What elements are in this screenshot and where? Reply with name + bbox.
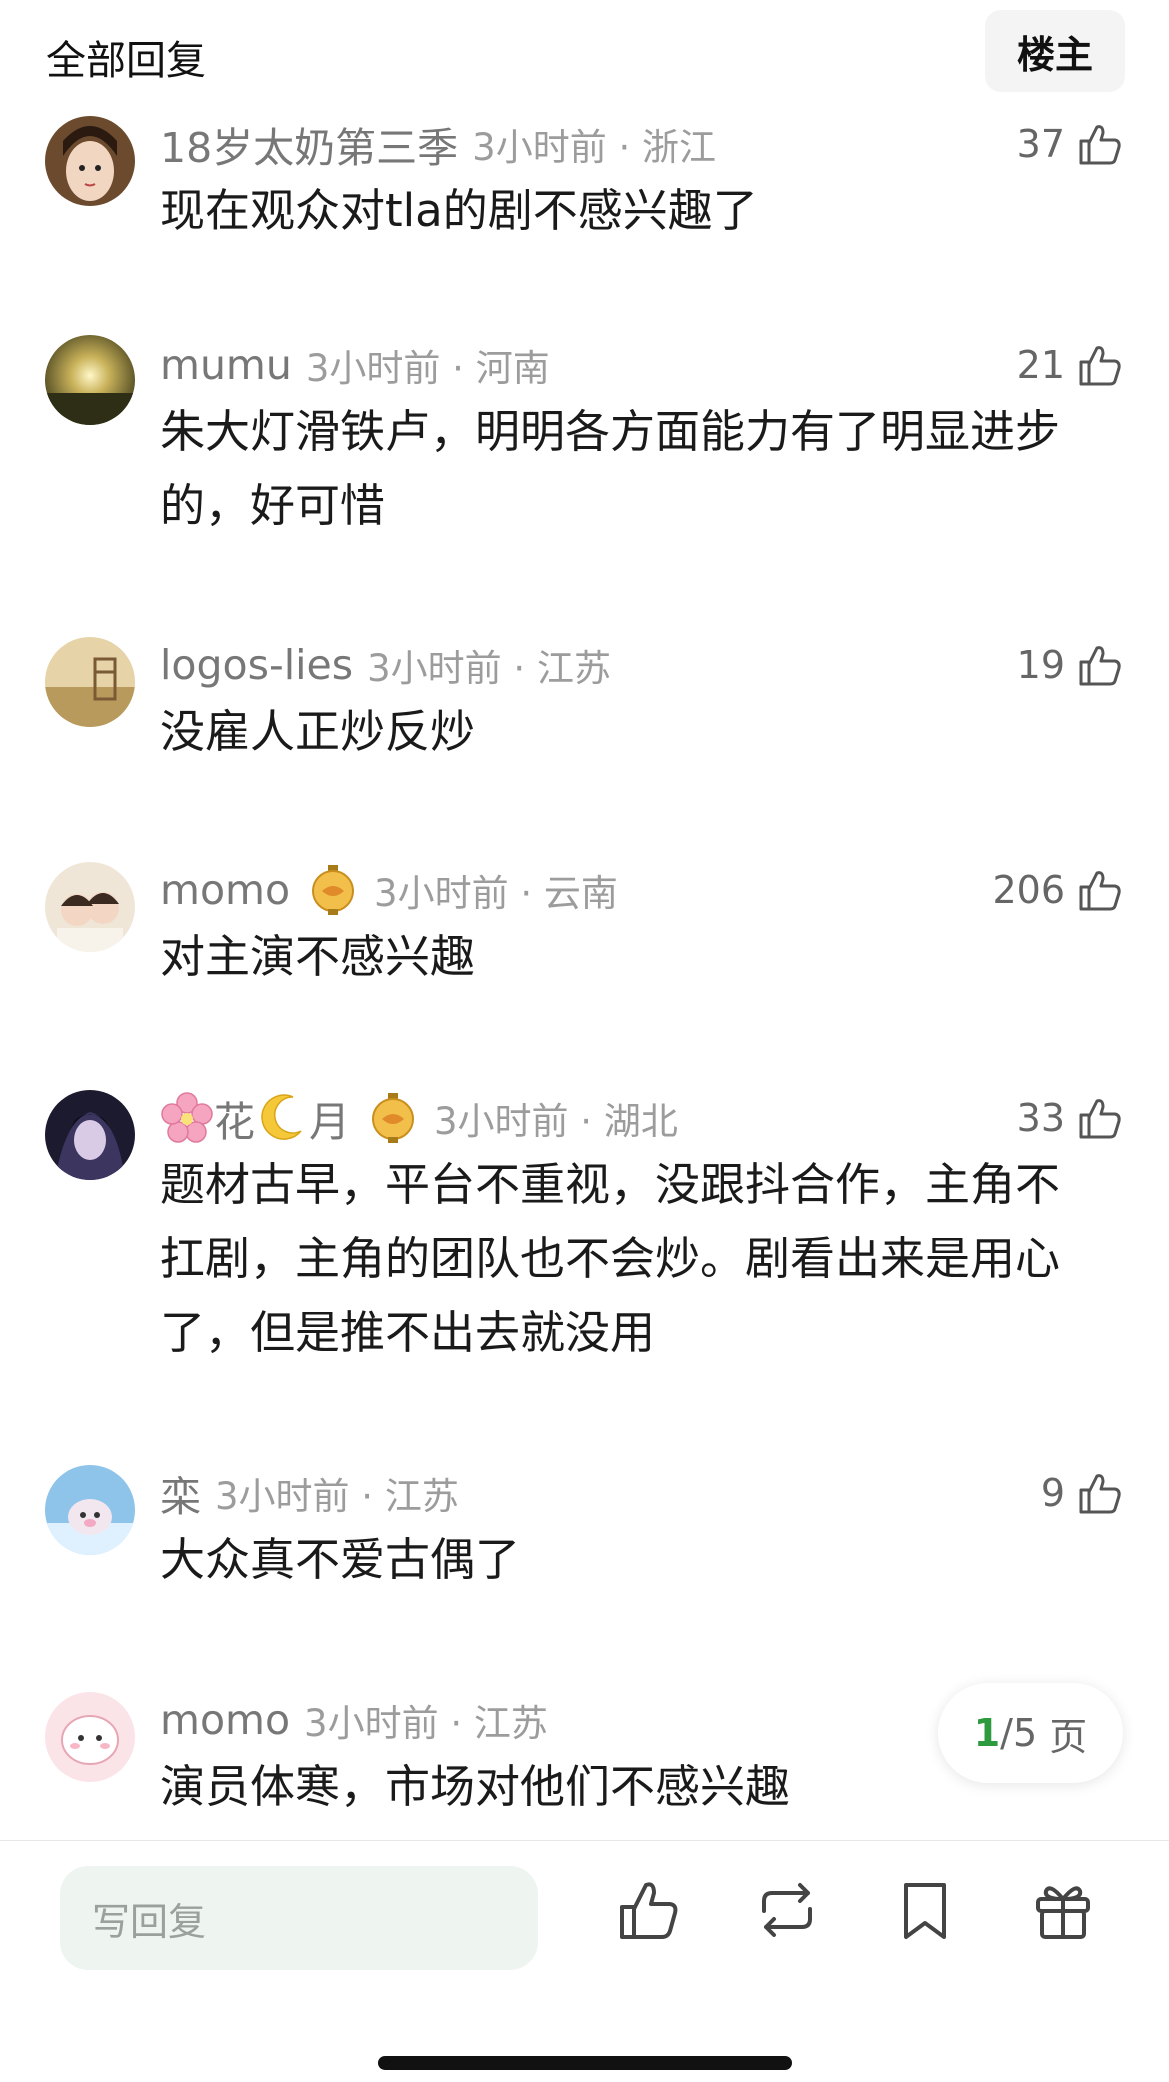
- timestamp: 3小时前: [367, 647, 502, 690]
- location: 湖北: [603, 1100, 678, 1143]
- like-count: 21: [1016, 343, 1065, 387]
- timestamp: 3小时前: [305, 347, 441, 390]
- thumbs-up-icon: [1079, 346, 1121, 386]
- comment-meta: momo 3小时前 · 云南: [160, 862, 618, 918]
- location: 江苏: [473, 1702, 548, 1745]
- like-count: 19: [1016, 643, 1065, 687]
- thumbs-up-icon: [1079, 871, 1121, 911]
- comment-text: 大众真不爱古偶了: [160, 1533, 521, 1586]
- like-button[interactable]: 9: [1041, 1465, 1125, 1521]
- location: 江苏: [536, 647, 611, 690]
- lantern-badge-icon: [372, 1093, 414, 1143]
- reply-input[interactable]: 写回复: [60, 1866, 538, 1970]
- location: 云南: [543, 872, 618, 915]
- like-button[interactable]: 206: [992, 862, 1125, 918]
- username[interactable]: mumu: [160, 341, 292, 389]
- like-count: 206: [992, 868, 1065, 912]
- bottom-action-bar: 写回复: [0, 1840, 1169, 2082]
- username-part[interactable]: 月: [309, 1088, 350, 1148]
- user-avatar[interactable]: [45, 1090, 135, 1180]
- pagination-indicator[interactable]: 1/5 页: [938, 1683, 1123, 1783]
- bookmark-icon[interactable]: [892, 1877, 958, 1943]
- comment-text: 题材古早，平台不重视，没跟抖合作，主角不扛剧，主角的团队也不会炒。剧看出来是用心…: [160, 1158, 1061, 1359]
- page-suffix: 页: [1049, 1714, 1088, 1759]
- like-count: 37: [1016, 122, 1065, 166]
- like-count: 33: [1016, 1096, 1065, 1140]
- user-avatar[interactable]: [45, 862, 135, 952]
- comment-text: 现在观众对tla的剧不感兴趣了: [160, 184, 758, 237]
- current-page: 1: [973, 1711, 1001, 1755]
- like-button[interactable]: 19: [1017, 637, 1125, 693]
- username[interactable]: momo: [160, 866, 290, 914]
- location: 浙江: [642, 126, 717, 169]
- user-avatar[interactable]: [45, 116, 135, 206]
- username[interactable]: logos-lies: [160, 641, 353, 689]
- comment-meta: 18岁太奶第三季 3小时前 · 浙江: [160, 116, 716, 172]
- total-pages: /5: [1000, 1711, 1038, 1755]
- timestamp: 3小时前: [434, 1100, 569, 1143]
- thumbs-up-icon: [1079, 1474, 1121, 1514]
- location: 江苏: [384, 1475, 459, 1518]
- home-indicator[interactable]: [378, 2056, 792, 2070]
- comment-text: 朱大灯滑铁卢，明明各方面能力有了明显进步的，好可惜: [160, 405, 1061, 532]
- user-avatar[interactable]: [45, 1465, 135, 1555]
- header: 全部回复 楼主: [0, 0, 1169, 100]
- user-avatar[interactable]: [45, 1692, 135, 1782]
- comment-meta: mumu 3小时前 · 河南: [160, 341, 550, 390]
- timestamp: 3小时前: [374, 872, 509, 915]
- user-avatar[interactable]: [45, 335, 135, 425]
- comment-text: 对主演不感兴趣: [160, 930, 476, 983]
- timestamp: 3小时前: [215, 1475, 350, 1518]
- like-button[interactable]: 33: [1017, 1090, 1125, 1146]
- like-count: 9: [1040, 1471, 1065, 1515]
- comment-meta: momo 3小时前 · 江苏: [160, 1696, 548, 1745]
- lantern-badge-icon: [312, 865, 355, 915]
- thumbs-up-icon: [1079, 1099, 1121, 1139]
- page-title: 全部回复: [46, 38, 206, 84]
- gift-icon[interactable]: [1030, 1877, 1096, 1943]
- op-only-button[interactable]: 楼主: [985, 10, 1125, 92]
- thumbs-up-icon: [1079, 646, 1121, 686]
- location: 河南: [475, 347, 550, 390]
- timestamp: 3小时前: [472, 126, 607, 169]
- username[interactable]: 18岁太奶第三季: [160, 114, 458, 174]
- comment-meta: 花 月 3小时前 · 湖北: [160, 1090, 678, 1146]
- timestamp: 3小时前: [304, 1702, 439, 1745]
- comment-meta: logos-lies 3小时前 · 江苏: [160, 641, 611, 690]
- cherry-blossom-icon: [161, 1092, 213, 1143]
- user-avatar[interactable]: [45, 637, 135, 727]
- username[interactable]: 栾: [160, 1463, 201, 1523]
- like-button[interactable]: 21: [1017, 337, 1125, 393]
- username[interactable]: momo: [160, 1696, 290, 1744]
- comment-text: 没雇人正炒反炒: [160, 705, 476, 758]
- thumbs-up-icon: [1079, 125, 1121, 165]
- comment-meta: 栾 3小时前 · 江苏: [160, 1465, 459, 1521]
- username-part[interactable]: 花: [214, 1088, 255, 1148]
- like-button[interactable]: 37: [1017, 116, 1125, 172]
- crescent-moon-icon: [261, 1094, 302, 1140]
- thumbs-up-icon[interactable]: [616, 1877, 682, 1943]
- repost-icon[interactable]: [754, 1877, 820, 1943]
